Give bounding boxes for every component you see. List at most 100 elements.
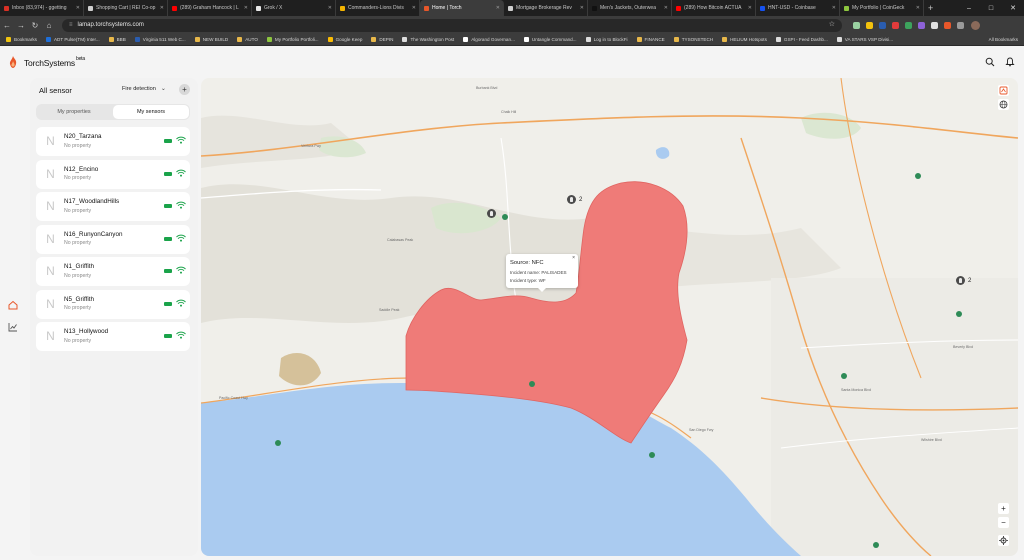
extension-icon[interactable] [866, 21, 873, 29]
map-base [201, 78, 1018, 556]
bookmark-item[interactable]: VA STARS VSP Divisi... [836, 37, 893, 42]
bookmark-label: Algorand Governan... [471, 37, 515, 42]
tab-close-icon[interactable]: ✕ [412, 5, 416, 11]
tab-close-icon[interactable]: ✕ [664, 5, 668, 11]
analytics-nav-icon[interactable] [8, 322, 18, 332]
bookmark-item[interactable]: BBB [108, 37, 126, 42]
tab-close-icon[interactable]: ✕ [160, 5, 164, 11]
bookmark-item[interactable]: DEPIN [371, 37, 393, 42]
browser-tab[interactable]: Grok / X ✕ [252, 0, 336, 16]
route-marker [915, 173, 921, 179]
sensor-card[interactable]: N N12_Encino No property [36, 159, 190, 189]
site-info-icon[interactable]: ≡ [69, 22, 73, 28]
bookmark-label: My Portfolio Portfoli... [274, 37, 319, 42]
locate-me-icon[interactable] [998, 535, 1009, 546]
torch-app: TorchSystemsbeta All sensor Fire detecti… [0, 46, 1024, 560]
tab-close-icon[interactable]: ✕ [496, 5, 500, 11]
bookmark-folder-icon [237, 37, 243, 42]
sensor-card[interactable]: N N16_RunyonCanyon No property [36, 224, 190, 254]
browser-tab[interactable]: Home | Torch ✕ [420, 0, 504, 16]
all-bookmarks-button[interactable]: All Bookmarks [989, 37, 1018, 42]
tab-my-properties[interactable]: My properties [36, 104, 112, 120]
bookmark-item[interactable]: NEW BUILD [194, 37, 228, 42]
sensor-card[interactable]: N N17_WoodlandHills No property [36, 192, 190, 221]
tab-close-icon[interactable]: ✕ [76, 5, 80, 11]
map-view[interactable]: Burbank Blvd Chalk Hill Calabasas Peak S… [201, 78, 1018, 556]
tab-my-sensors[interactable]: My sensors [113, 105, 189, 119]
sensor-cluster[interactable]: 2 [956, 276, 971, 285]
browser-tab[interactable]: Inbox (83,974) - ggetting ✕ [0, 0, 84, 16]
bookmark-item[interactable]: My Portfolio Portfoli... [266, 37, 319, 42]
add-sensor-button[interactable]: + [179, 84, 190, 95]
new-tab-button[interactable]: + [928, 3, 933, 13]
bookmark-item[interactable]: HELIUM Hotspots [722, 37, 767, 42]
tab-close-icon[interactable]: ✕ [244, 5, 248, 11]
bookmark-item[interactable]: Algorand Governan... [463, 37, 515, 42]
bookmark-star-icon[interactable]: ☆ [829, 20, 835, 28]
sensor-cluster[interactable]: 2 [567, 195, 582, 204]
browser-tab[interactable]: HNT-USD - Coinbase ✕ [756, 0, 840, 16]
bookmark-item[interactable]: GSPI - Feed Dashb... [775, 37, 828, 42]
route-marker [502, 214, 508, 220]
brand-text: TorchSystems [24, 58, 75, 68]
tab-close-icon[interactable]: ✕ [832, 5, 836, 11]
fire-detection-filter[interactable]: Fire detection ⌄ [122, 85, 166, 93]
popup-close-button[interactable]: × [572, 255, 575, 261]
close-window-button[interactable]: ✕ [1002, 4, 1024, 12]
bookmark-item[interactable]: Untangle Command... [523, 37, 577, 42]
sensor-name: N17_WoodlandHills [64, 198, 120, 205]
reload-icon[interactable]: ↻ [28, 21, 42, 30]
browser-tab[interactable]: My Portfolio | CoinGeck ✕ [840, 0, 924, 16]
bookmark-item[interactable]: Google Keep [327, 37, 362, 42]
tab-close-icon[interactable]: ✕ [916, 5, 920, 11]
profile-avatar[interactable] [971, 20, 980, 30]
extension-icon[interactable] [918, 21, 925, 29]
browser-tab[interactable]: Mortgage Brokerage Rev ✕ [504, 0, 588, 16]
extension-icon[interactable] [892, 21, 899, 29]
sensor-cluster[interactable] [487, 209, 496, 218]
layers-icon[interactable] [998, 85, 1009, 96]
minimize-button[interactable]: – [958, 5, 980, 12]
sensor-panel: All sensor Fire detection ⌄ + My properti… [30, 78, 198, 556]
tab-close-icon[interactable]: ✕ [328, 5, 332, 11]
extension-icon[interactable] [905, 21, 912, 29]
browser-tab[interactable]: (289) Graham Hancock | L ✕ [168, 0, 252, 16]
search-icon[interactable] [985, 57, 995, 67]
home-nav-icon[interactable] [8, 300, 18, 310]
sensor-card[interactable]: N N13_Hollywood No property [36, 322, 190, 351]
zoom-out-button[interactable]: − [998, 517, 1009, 528]
extension-icon[interactable] [879, 21, 886, 29]
extension-icon[interactable] [853, 21, 860, 29]
bookmark-item[interactable]: TYSONSTECH [673, 37, 713, 42]
extensions-puzzle-icon[interactable] [957, 21, 964, 29]
maximize-button[interactable]: □ [980, 5, 1002, 12]
bookmark-folder-icon [194, 37, 200, 42]
sensor-card[interactable]: N N20_Tarzana No property [36, 127, 190, 156]
urban-area [771, 278, 1018, 556]
sensor-card[interactable]: N N5_Griffith No property [36, 289, 190, 319]
tab-label: Commanders-Lions Divis [348, 5, 404, 11]
notification-bell-icon[interactable] [1005, 57, 1015, 67]
bookmark-item[interactable]: FINANCE [636, 37, 665, 42]
bookmark-item[interactable]: Virginia 511 Web C... [134, 37, 186, 42]
zoom-in-button[interactable]: + [998, 503, 1009, 514]
extension-icon[interactable] [931, 21, 938, 29]
back-icon[interactable]: ← [0, 21, 14, 30]
bookmark-item[interactable]: The Washington Post [402, 37, 454, 42]
extension-icon[interactable] [944, 21, 951, 29]
browser-tab[interactable]: Commanders-Lions Divis ✕ [336, 0, 420, 16]
forward-icon[interactable]: → [14, 21, 28, 30]
sensor-card[interactable]: N N1_Griffith No property [36, 257, 190, 286]
url-input[interactable]: ≡ lamap.torchsystems.com ☆ [62, 18, 842, 32]
bookmark-item[interactable]: Bookmarks [6, 37, 37, 42]
browser-tab[interactable]: Shopping Cart | REI Co-op ✕ [84, 0, 168, 16]
tab-close-icon[interactable]: ✕ [580, 5, 584, 11]
home-icon[interactable]: ⌂ [42, 21, 56, 30]
bookmark-item[interactable]: ADT Pulse(TM) Inter... [45, 37, 100, 42]
globe-icon[interactable] [998, 99, 1009, 110]
browser-tab[interactable]: (289) How Bitcoin ACTUA ✕ [672, 0, 756, 16]
tab-close-icon[interactable]: ✕ [748, 5, 752, 11]
bookmark-item[interactable]: AUTO [237, 37, 258, 42]
browser-tab[interactable]: Men's Jackets, Outerwea ✕ [588, 0, 672, 16]
bookmark-item[interactable]: Log in to BlockFi [585, 37, 628, 42]
